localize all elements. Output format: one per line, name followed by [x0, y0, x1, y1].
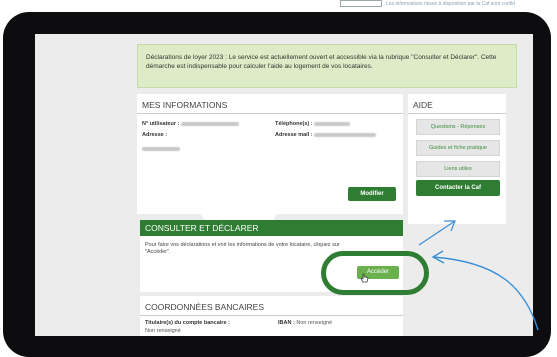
confidentiality-text: Les informations mises à disposition par… [386, 1, 515, 7]
device-frame: Déclarations de loyer 2023 : Le service … [3, 12, 551, 357]
annotation-arrow-icon [418, 220, 539, 331]
confidentiality-note: Les informations mises à disposition par… [340, 0, 557, 8]
cropped-element [340, 0, 382, 8]
